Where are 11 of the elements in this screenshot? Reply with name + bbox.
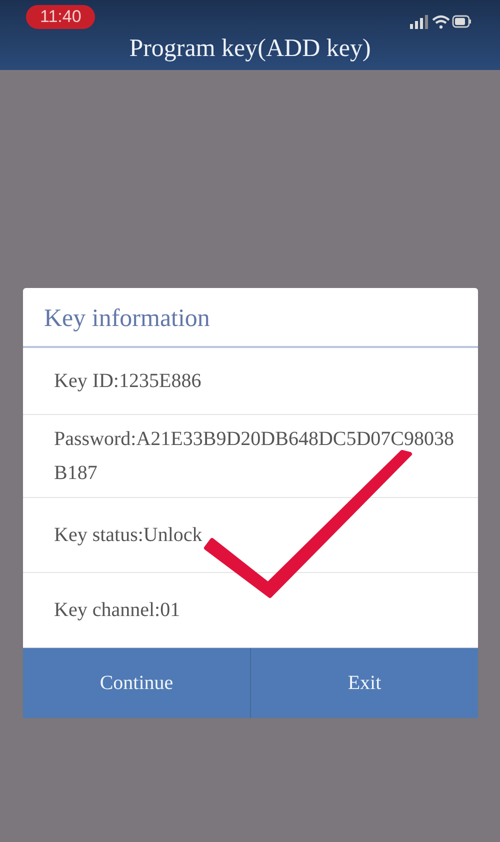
page-title: Program key(ADD key) <box>128 34 372 64</box>
battery-icon <box>452 15 471 28</box>
info-text: Key channel:01 <box>54 598 180 623</box>
exit-button[interactable]: Exit <box>250 648 478 718</box>
info-text: Key ID:1235E886 <box>54 369 202 394</box>
info-text: Password:A21E33B9D20DB648DC5D07C98038B187 <box>54 427 456 486</box>
dialog-title: Key information <box>44 305 210 332</box>
signal-icon <box>410 15 428 29</box>
time: 11:40 <box>26 5 96 29</box>
info-text: Key status:Unlock <box>54 523 202 548</box>
wifi-icon <box>432 15 450 29</box>
